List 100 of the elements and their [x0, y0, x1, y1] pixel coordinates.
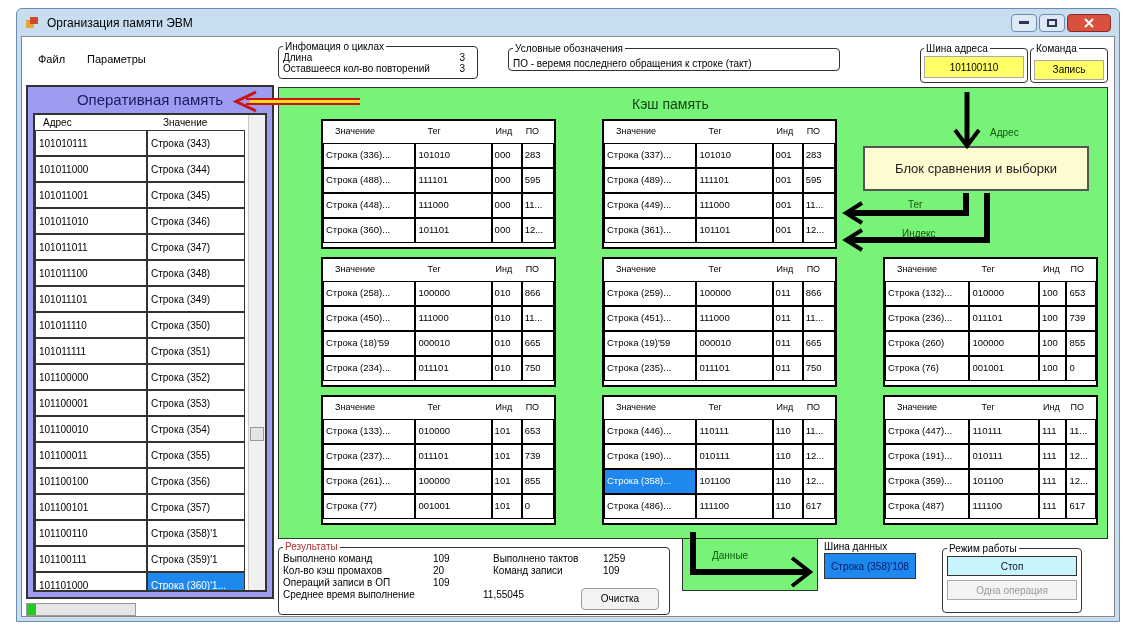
table-cell: 111000: [415, 306, 492, 331]
command-button[interactable]: Запись: [1034, 59, 1104, 80]
table-cell[interactable]: Строка (261)...: [323, 469, 416, 494]
minimize-button[interactable]: [1011, 13, 1037, 32]
table-cell[interactable]: Строка (348): [147, 260, 245, 286]
result-value: 109: [433, 553, 450, 565]
table-cell[interactable]: Строка (358)...: [604, 469, 697, 494]
table-cell[interactable]: Строка (347): [147, 234, 245, 260]
table-cell[interactable]: Строка (133)...: [323, 419, 416, 444]
table-cell[interactable]: Строка (448)...: [323, 193, 416, 218]
table-cell[interactable]: Строка (343): [147, 130, 245, 156]
table-cell[interactable]: Строка (361)...: [604, 218, 697, 243]
table-cell: 101100010: [35, 416, 147, 442]
table-cell[interactable]: Строка (345): [147, 182, 245, 208]
table-cell[interactable]: Строка (356): [147, 468, 245, 494]
table-cell[interactable]: Строка (344): [147, 156, 245, 182]
clear-button[interactable]: Очистка: [581, 588, 659, 610]
table-cell[interactable]: Строка (19)'59: [604, 331, 697, 356]
table-cell[interactable]: Строка (76): [885, 356, 970, 381]
column-header: Тег: [707, 263, 723, 277]
table-cell: 101011110: [35, 312, 147, 338]
table-cell: 101100110: [35, 520, 147, 546]
table-cell: 12...: [521, 218, 554, 243]
result-value: 11,55045: [483, 589, 524, 601]
table-cell: 101010: [696, 143, 773, 168]
table-cell[interactable]: Строка (353): [147, 390, 245, 416]
table-cell: 100: [1039, 356, 1067, 381]
table-cell[interactable]: Строка (346): [147, 208, 245, 234]
data-bus-field[interactable]: Строка (358)'108: [824, 553, 916, 579]
table-cell[interactable]: Строка (236)...: [885, 306, 970, 331]
table-cell[interactable]: Строка (258)...: [323, 281, 416, 306]
result-label: Выполнено тактов: [493, 553, 580, 565]
table-cell[interactable]: Строка (349): [147, 286, 245, 312]
table-cell: 001: [772, 168, 803, 193]
table-cell[interactable]: Строка (447)...: [885, 419, 970, 444]
table-cell: 855: [1066, 331, 1096, 356]
table-cell[interactable]: Строка (351): [147, 338, 245, 364]
table-cell[interactable]: Строка (237)...: [323, 444, 416, 469]
table-cell[interactable]: Строка (449)...: [604, 193, 697, 218]
table-cell: 100000: [696, 281, 773, 306]
table-cell[interactable]: Строка (360)'1...: [147, 572, 245, 590]
table-cell: 111101: [696, 168, 773, 193]
table-cell[interactable]: Строка (259)...: [604, 281, 697, 306]
table-cell[interactable]: Строка (350): [147, 312, 245, 338]
table-cell[interactable]: Строка (355): [147, 442, 245, 468]
address-field[interactable]: 101100110: [924, 56, 1024, 78]
table-cell[interactable]: Строка (359)...: [885, 469, 970, 494]
menu-item[interactable]: Параметры: [87, 51, 146, 68]
table-cell[interactable]: Строка (235)...: [604, 356, 697, 381]
arrow-label: Индекс: [902, 227, 936, 241]
group-title: Условные обозначения: [514, 42, 625, 56]
table-cell[interactable]: Строка (18)'59: [323, 331, 416, 356]
table-cell: 001: [772, 193, 803, 218]
result-value: 1259: [603, 553, 626, 565]
column-header: Тег: [707, 125, 723, 139]
comparator-block: Блок сравнения и выборки: [863, 146, 1089, 191]
maximize-button[interactable]: [1039, 13, 1065, 32]
table-cell: 750: [802, 356, 835, 381]
menu-item[interactable]: Файл: [38, 51, 66, 68]
table-cell: 101011011: [35, 234, 147, 260]
table-cell[interactable]: Строка (489)...: [604, 168, 697, 193]
scroll-thumb[interactable]: [250, 427, 264, 441]
table-cell[interactable]: Строка (360)...: [323, 218, 416, 243]
table-cell: 11...: [521, 193, 554, 218]
table-cell[interactable]: Строка (336)...: [323, 143, 416, 168]
table-cell[interactable]: Строка (191)...: [885, 444, 970, 469]
table-cell[interactable]: Строка (488)...: [323, 168, 416, 193]
table-cell[interactable]: Строка (359)'1: [147, 546, 245, 572]
table-cell: 001001: [969, 356, 1039, 381]
table-cell[interactable]: Строка (487): [885, 494, 970, 519]
table-cell[interactable]: Строка (77): [323, 494, 416, 519]
table-cell[interactable]: Строка (446)...: [604, 419, 697, 444]
column-header: Инд: [1042, 401, 1061, 415]
table-cell: 101011010: [35, 208, 147, 234]
table-cell[interactable]: Строка (352): [147, 364, 245, 390]
table-cell: 0: [521, 494, 554, 519]
table-cell: 000: [491, 168, 522, 193]
column-header: Тег: [426, 401, 442, 415]
table-cell[interactable]: Строка (354): [147, 416, 245, 442]
table-cell[interactable]: Строка (190)...: [604, 444, 697, 469]
table-cell[interactable]: Строка (450)...: [323, 306, 416, 331]
table-cell[interactable]: Строка (234)...: [323, 356, 416, 381]
close-button[interactable]: [1067, 13, 1111, 32]
table-cell[interactable]: Строка (260): [885, 331, 970, 356]
table-cell[interactable]: Строка (357): [147, 494, 245, 520]
table-cell: 011: [772, 356, 803, 381]
table-cell: 101011111: [35, 338, 147, 364]
mode-button[interactable]: Стоп: [947, 556, 1077, 576]
table-cell[interactable]: Строка (132)...: [885, 281, 970, 306]
table-cell: 101011001: [35, 182, 147, 208]
table-cell[interactable]: Строка (451)...: [604, 306, 697, 331]
table-cell: 001: [772, 218, 803, 243]
table-cell: 101100: [696, 469, 773, 494]
column-header: Значение: [334, 263, 376, 277]
table-cell: 12...: [802, 218, 835, 243]
scrollbar[interactable]: [248, 115, 265, 590]
table-cell[interactable]: Строка (337)...: [604, 143, 697, 168]
table-cell[interactable]: Строка (358)'1: [147, 520, 245, 546]
table-cell[interactable]: Строка (486)...: [604, 494, 697, 519]
table-cell: 011101: [415, 356, 492, 381]
